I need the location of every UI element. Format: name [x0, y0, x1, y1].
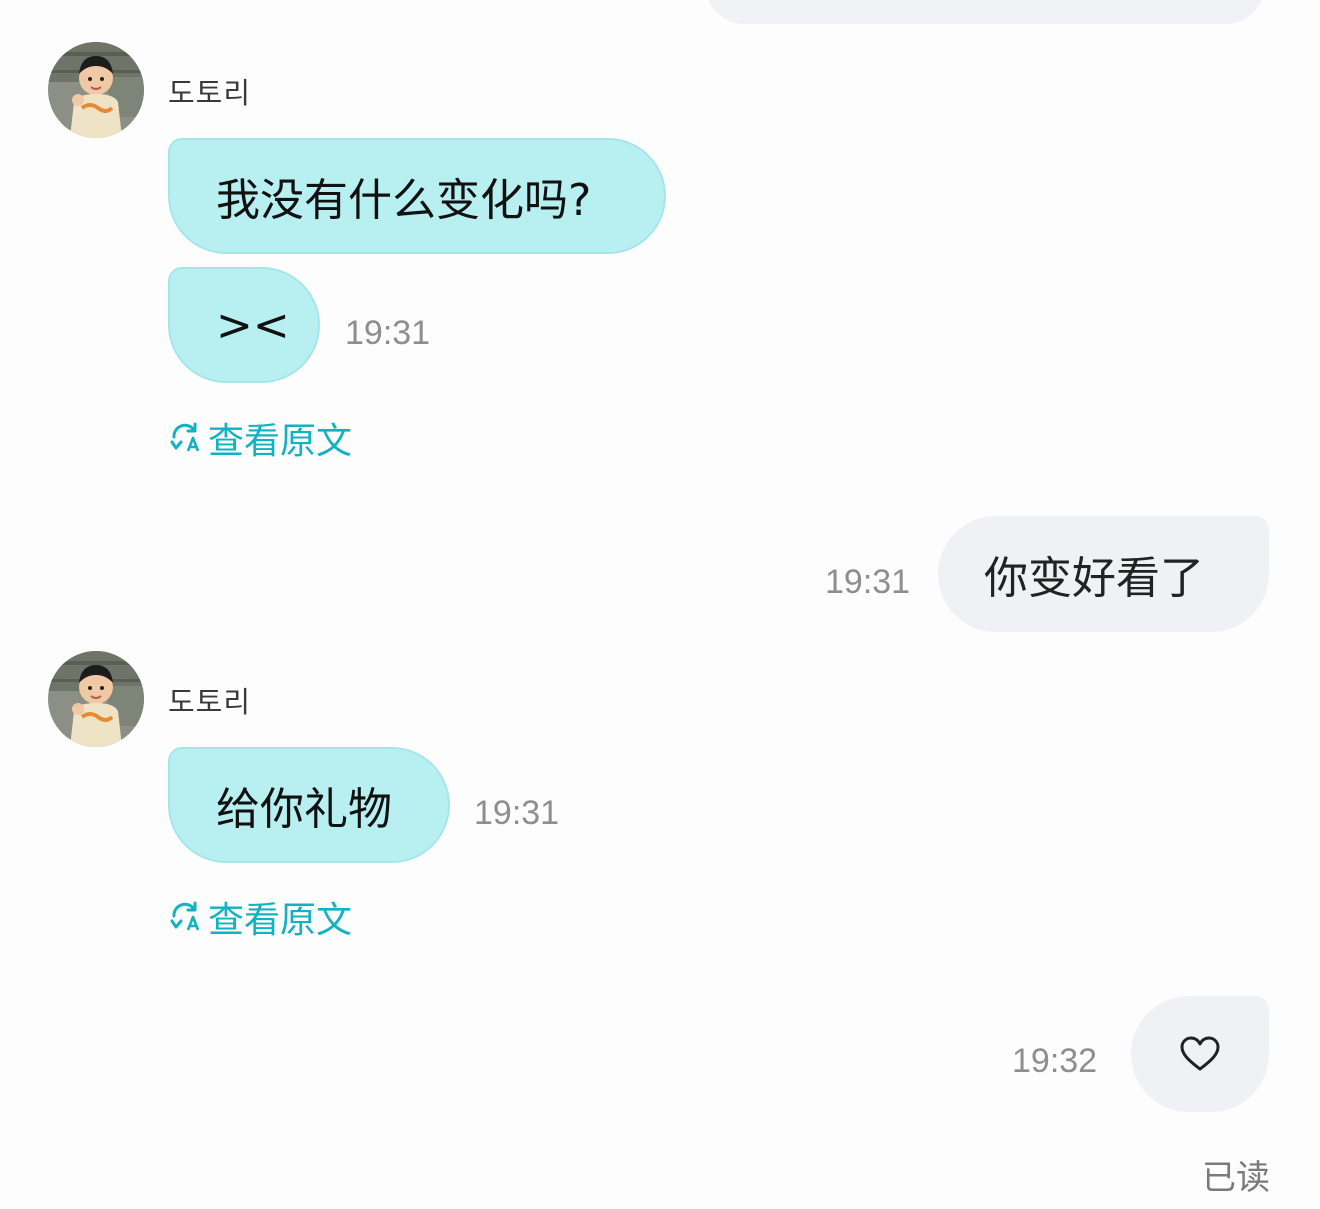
outgoing-message-bubble[interactable] [1131, 996, 1269, 1112]
message-timestamp: 19:31 [474, 794, 560, 832]
message-timestamp: 19:31 [825, 563, 911, 601]
incoming-message-bubble[interactable]: >< [168, 267, 320, 383]
sender-name: 도토리 [168, 76, 252, 110]
incoming-message-bubble[interactable]: 给你礼物 [168, 747, 450, 863]
sender-avatar[interactable] [48, 42, 144, 138]
read-status: 已读 [1202, 1158, 1270, 1198]
message-text: 我没有什么变化吗? [216, 175, 592, 226]
outgoing-message-bubble[interactable]: 你变好看了 [938, 516, 1269, 632]
view-original-label: 查看原文 [208, 421, 353, 462]
heart-outline-icon [1180, 1036, 1220, 1071]
incoming-message-bubble[interactable]: 我没有什么变化吗? [168, 138, 666, 254]
message-text: 你变好看了 [984, 553, 1204, 604]
sender-name: 도토리 [168, 685, 252, 719]
view-original-link[interactable]: 查看原文 [168, 412, 352, 464]
translate-icon [170, 901, 200, 931]
view-original-label: 查看原文 [208, 900, 353, 941]
message-text: >< [216, 299, 290, 351]
message-timestamp: 19:31 [345, 314, 431, 352]
message-text: 给你礼物 [216, 784, 392, 835]
view-original-link[interactable]: 查看原文 [168, 891, 352, 943]
translate-icon [170, 422, 200, 452]
message-timestamp: 19:32 [1012, 1042, 1098, 1080]
previous-message-bubble-edge [705, 0, 1265, 24]
sender-avatar[interactable] [48, 651, 144, 747]
